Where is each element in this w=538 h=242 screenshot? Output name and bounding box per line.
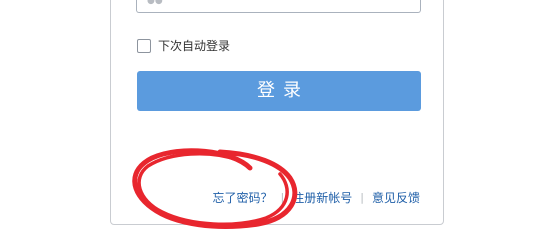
link-divider: | xyxy=(360,191,364,204)
feedback-link[interactable]: 意见反馈 xyxy=(372,191,420,205)
register-link[interactable]: 注册新帐号 xyxy=(292,191,352,205)
password-input[interactable]: ●● xyxy=(136,0,421,13)
login-button[interactable]: 登录 xyxy=(137,71,421,111)
forgot-password-link[interactable]: 忘了密码？ xyxy=(213,191,273,205)
remember-me-checkbox[interactable] xyxy=(137,39,151,53)
link-divider: | xyxy=(280,191,285,204)
password-placeholder: ●● xyxy=(147,0,163,6)
remember-me-row[interactable]: 下次自动登录 xyxy=(137,38,230,54)
remember-me-label[interactable]: 下次自动登录 xyxy=(158,38,230,54)
footer-links: 忘了密码？ | 注册新帐号 | 意见反馈 xyxy=(213,191,420,205)
